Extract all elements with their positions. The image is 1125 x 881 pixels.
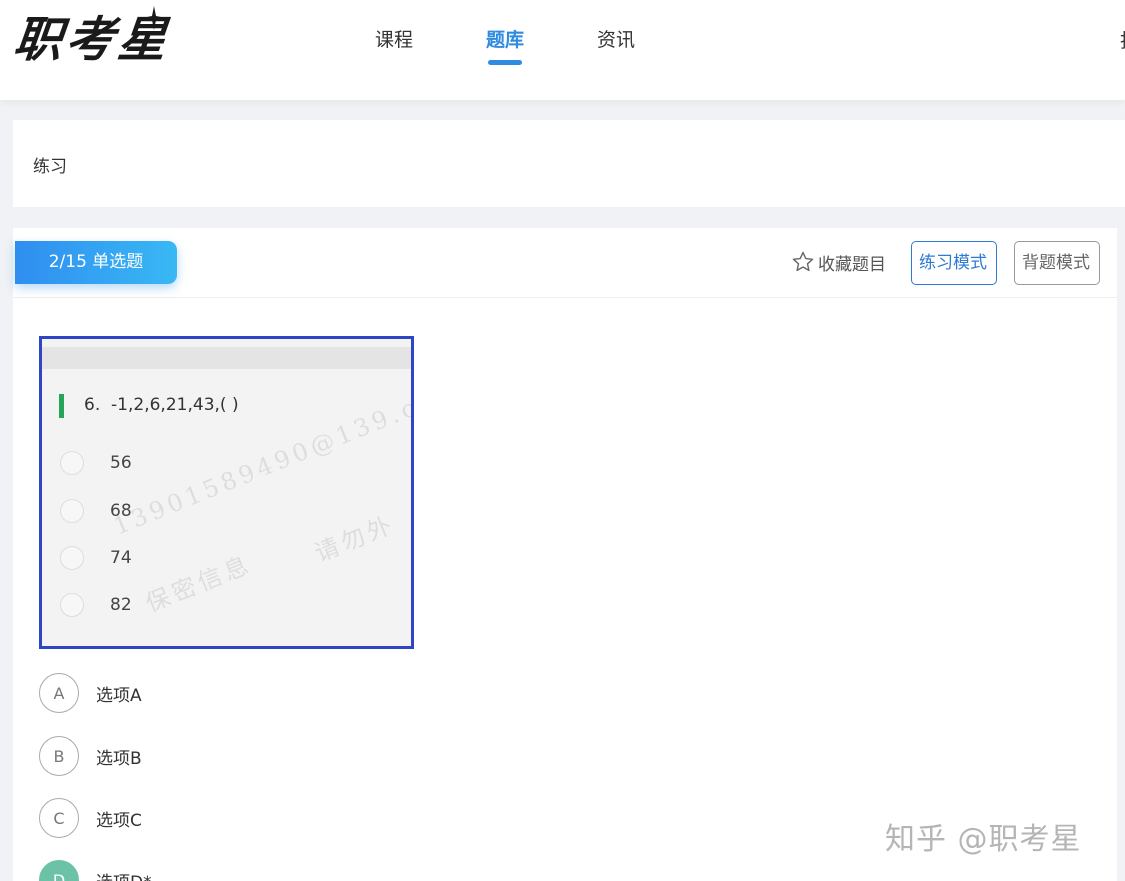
option-letter-badge-correct: D (39, 860, 79, 881)
question-text: -1,2,6,21,43,( ) (111, 395, 239, 415)
breadcrumb-bar: 练习 (13, 120, 1125, 207)
practice-mode-button[interactable]: 练习模式 (911, 241, 997, 285)
option-label: 选项C (96, 810, 142, 831)
question-panel: 2/15 单选题 收藏题目 练习模式 背题模式 6. -1,2,6,21,43,… (13, 228, 1117, 881)
image-choice-value: 56 (110, 453, 132, 473)
main-nav: 课程 题库 资讯 (375, 0, 708, 100)
image-watermark-confidential: 保密信息 (141, 549, 257, 618)
question-number: 6. (84, 395, 101, 415)
option-label: 选项B (96, 748, 142, 769)
radio-icon (60, 546, 84, 570)
radio-icon (60, 499, 84, 523)
question-marker (59, 394, 64, 418)
question-counter-badge: 2/15 单选题 (15, 241, 177, 284)
image-watermark-no-share: 请勿外 (310, 510, 400, 568)
nav-item-courses[interactable]: 课程 (375, 0, 413, 100)
zhihu-watermark: 知乎 @职考星 (885, 822, 1082, 857)
image-choice: 82 (60, 593, 132, 617)
image-choice: 74 (60, 546, 132, 570)
answer-option-a[interactable]: A 选项A (39, 673, 142, 713)
header-divider (13, 297, 1117, 298)
option-label: 选项D* (96, 868, 152, 881)
answer-option-d[interactable]: D 选项D* (39, 860, 152, 881)
radio-icon (60, 451, 84, 475)
option-label: 选项A (96, 685, 142, 706)
favorite-question-button[interactable]: 收藏题目 (791, 250, 886, 275)
question-image: 6. -1,2,6,21,43,( ) 56 68 74 82 13901589… (39, 336, 414, 649)
site-logo[interactable]: 职考星 (11, 6, 209, 70)
answer-option-c[interactable]: C 选项C (39, 798, 142, 838)
nav-item-news[interactable]: 资讯 (597, 0, 635, 100)
radio-icon (60, 593, 84, 617)
image-choice: 56 (60, 451, 132, 475)
image-choice-value: 74 (110, 548, 132, 568)
star-outline-icon (792, 251, 814, 272)
option-letter-badge: C (39, 798, 79, 838)
top-header: 职考星 课程 题库 资讯 找 (0, 0, 1125, 100)
option-letter-badge: A (39, 673, 79, 713)
nav-item-clipped[interactable]: 找 (1120, 26, 1125, 53)
image-top-strip (42, 347, 411, 369)
nav-item-question-bank[interactable]: 题库 (486, 0, 524, 100)
breadcrumb: 练习 (33, 157, 67, 177)
favorite-label: 收藏题目 (818, 254, 886, 275)
question-stem: 6. -1,2,6,21,43,( ) (84, 395, 239, 415)
star-sparkle-icon (142, 6, 166, 30)
image-choice-value: 82 (110, 595, 132, 615)
answer-option-b[interactable]: B 选项B (39, 736, 142, 776)
option-letter-badge: B (39, 736, 79, 776)
memorize-mode-button[interactable]: 背题模式 (1014, 241, 1100, 285)
